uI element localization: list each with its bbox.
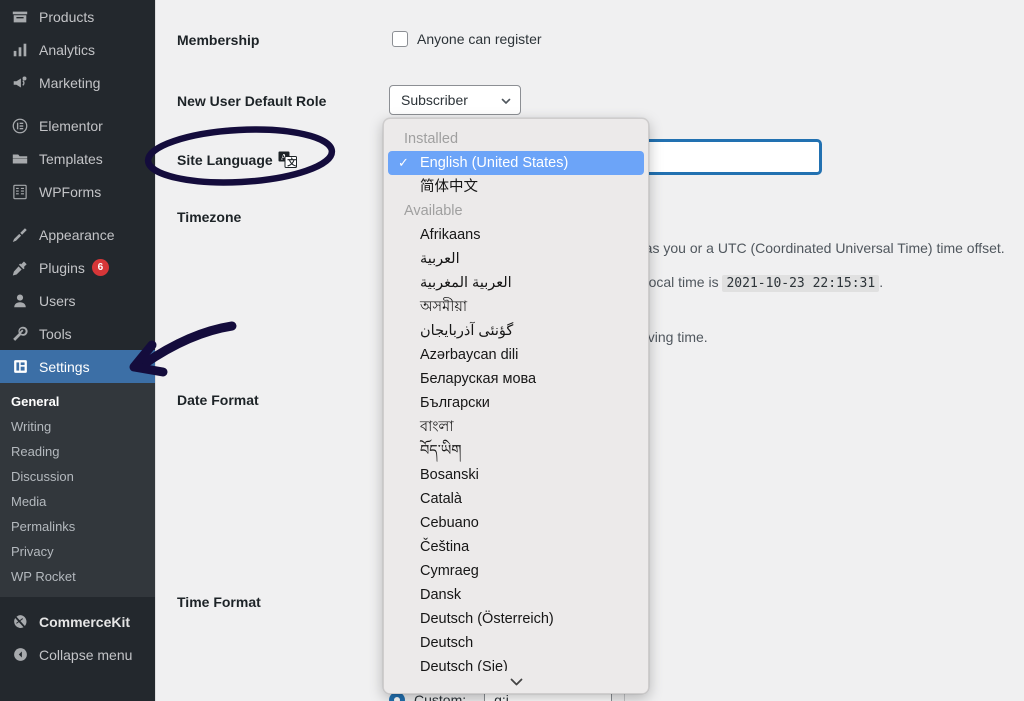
- site-language-dropdown-popup[interactable]: Installed ✓ English (United States) 简体中文 Ava…: [383, 118, 649, 694]
- sidebar-item-users[interactable]: Users: [0, 284, 155, 317]
- anyone-can-register-label: Anyone can register: [417, 31, 542, 47]
- language-option[interactable]: Bosanski: [384, 463, 648, 487]
- timezone-help-line-1: e as you or a UTC (Coordinated Universal…: [633, 240, 1005, 256]
- sidebar-item-label: Collapse menu: [39, 646, 133, 663]
- sidebar-item-plugins[interactable]: Plugins 6: [0, 251, 155, 284]
- sidebar-item-label: Users: [39, 292, 76, 309]
- settings-icon: [10, 357, 30, 377]
- local-time-suffix: .: [879, 274, 884, 290]
- sidebar-item-label: WPForms: [39, 183, 102, 200]
- menu-divider-2: [0, 208, 155, 218]
- submenu-item-privacy[interactable]: Privacy: [0, 539, 155, 564]
- sidebar-item-label: CommerceKit: [39, 613, 131, 630]
- menu-divider-1: [0, 99, 155, 109]
- submenu-item-writing[interactable]: Writing: [0, 414, 155, 439]
- wpforms-icon: [10, 182, 30, 202]
- language-option[interactable]: Català: [384, 487, 648, 511]
- language-option[interactable]: Български: [384, 391, 648, 415]
- submenu-item-wp-rocket[interactable]: WP Rocket: [0, 564, 155, 589]
- language-option[interactable]: 简体中文: [384, 175, 648, 199]
- sidebar-item-templates[interactable]: Templates: [0, 142, 155, 175]
- date-format-label: Date Format: [177, 392, 259, 408]
- submenu-item-media[interactable]: Media: [0, 489, 155, 514]
- language-option[interactable]: Беларуская мова: [384, 367, 648, 391]
- users-icon: [10, 291, 30, 311]
- sidebar-item-label: Analytics: [39, 41, 96, 58]
- new-user-default-role-label: New User Default Role: [177, 93, 327, 109]
- sidebar-item-label: Appearance: [39, 226, 115, 243]
- language-option[interactable]: Deutsch: [384, 631, 648, 655]
- sidebar-item-tools[interactable]: Tools: [0, 317, 155, 350]
- menu-divider-3: [0, 597, 155, 605]
- sidebar-item-label: Products: [39, 8, 95, 25]
- sidebar-item-label: Tools: [39, 325, 72, 342]
- sidebar-item-wpforms[interactable]: WPForms: [0, 175, 155, 208]
- language-option[interactable]: বাংলা: [384, 415, 648, 439]
- sidebar-item-commercekit[interactable]: CommerceKit: [0, 605, 155, 638]
- language-option[interactable]: گؤنئی آذربایجان: [384, 319, 648, 343]
- new-user-default-role-value: Subscriber: [401, 92, 468, 108]
- language-option[interactable]: العربية المغربية: [384, 271, 648, 295]
- timezone-help-line-2: . Local time is 2021-10-23 22:15:31.: [633, 272, 883, 294]
- commercekit-icon: [10, 612, 30, 632]
- language-option[interactable]: Afrikaans: [384, 223, 648, 247]
- sidebar-item-label: Marketing: [39, 74, 101, 91]
- language-option[interactable]: Čeština: [384, 535, 648, 559]
- templates-icon: [10, 149, 30, 169]
- language-option-group: Available: [404, 203, 463, 219]
- membership-label: Membership: [177, 32, 260, 48]
- site-language-label: Site Language A 文: [177, 151, 297, 171]
- sidebar-item-analytics[interactable]: Analytics: [0, 33, 155, 66]
- plugins-icon: [10, 258, 30, 278]
- language-option[interactable]: བོད་ཡིག: [384, 439, 648, 463]
- settings-submenu: General Writing Reading Discussion Media…: [0, 383, 155, 597]
- language-option[interactable]: العربية: [384, 247, 648, 271]
- submenu-item-discussion[interactable]: Discussion: [0, 464, 155, 489]
- submenu-item-permalinks[interactable]: Permalinks: [0, 514, 155, 539]
- timezone-label: Timezone: [177, 209, 242, 225]
- sidebar-item-elementor[interactable]: Elementor: [0, 109, 155, 142]
- screen: Products Analytics Marketing Elementor T…: [0, 0, 1024, 701]
- language-option-label: English (United States): [420, 155, 569, 171]
- language-option-list[interactable]: Installed ✓ English (United States) 简体中文 Ava…: [384, 127, 648, 693]
- collapse-icon: [10, 645, 30, 665]
- plugins-update-badge: 6: [91, 259, 109, 276]
- language-option[interactable]: Dansk: [384, 583, 648, 607]
- new-user-default-role-select[interactable]: Subscriber: [389, 85, 521, 115]
- sidebar-item-collapse-menu[interactable]: Collapse menu: [0, 638, 155, 671]
- sidebar-item-settings[interactable]: Settings: [0, 350, 155, 383]
- time-format-label: Time Format: [177, 594, 261, 610]
- language-option[interactable]: Cymraeg: [384, 559, 648, 583]
- tools-icon: [10, 324, 30, 344]
- local-time-value: 2021-10-23 22:15:31: [722, 275, 880, 292]
- elementor-icon: [10, 116, 30, 136]
- language-option[interactable]: অসমীয়া: [384, 295, 648, 319]
- products-icon: [10, 7, 30, 27]
- sidebar-item-marketing[interactable]: Marketing: [0, 66, 155, 99]
- language-option[interactable]: Cebuano: [384, 511, 648, 535]
- anyone-can-register-checkbox[interactable]: [392, 31, 408, 47]
- sidebar-item-label: Settings: [39, 358, 90, 375]
- translate-icon: A文: [278, 151, 297, 171]
- marketing-icon: [10, 73, 30, 93]
- admin-sidebar: Products Analytics Marketing Elementor T…: [0, 0, 155, 701]
- svg-text:文: 文: [286, 157, 297, 168]
- language-option[interactable]: Azərbaycan dili: [384, 343, 648, 367]
- submenu-item-general[interactable]: General: [0, 389, 155, 414]
- language-option-group: Installed: [404, 131, 459, 147]
- check-icon: ✓: [398, 155, 409, 170]
- chevron-down-icon: [500, 94, 512, 106]
- submenu-item-reading[interactable]: Reading: [0, 439, 155, 464]
- language-option[interactable]: ✓ English (United States): [388, 151, 644, 175]
- sidebar-item-products[interactable]: Products: [0, 0, 155, 33]
- sidebar-item-label: Elementor: [39, 117, 103, 134]
- sidebar-item-label: Templates: [39, 150, 103, 167]
- analytics-icon: [10, 40, 30, 60]
- membership-field: Anyone can register: [392, 31, 542, 47]
- sidebar-item-label: Plugins: [39, 259, 85, 276]
- appearance-icon: [10, 225, 30, 245]
- sidebar-item-appearance[interactable]: Appearance: [0, 218, 155, 251]
- scroll-down-indicator[interactable]: [384, 671, 648, 693]
- language-option[interactable]: Deutsch (Österreich): [384, 607, 648, 631]
